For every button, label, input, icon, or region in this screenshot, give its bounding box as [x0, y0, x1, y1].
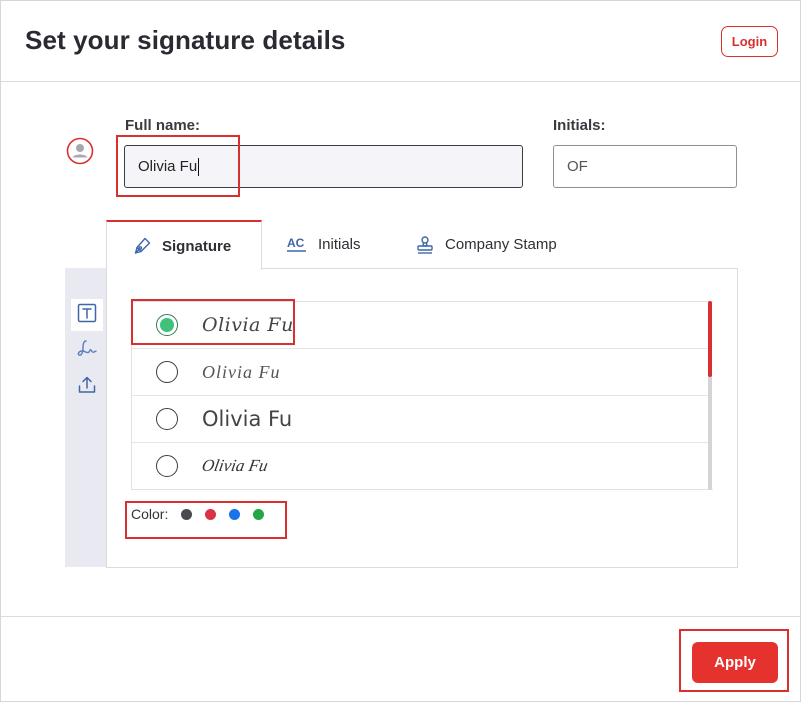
- color-dot-green[interactable]: [253, 508, 265, 520]
- apply-button[interactable]: Apply: [692, 642, 778, 683]
- signature-option-4[interactable]: Olivia Fu: [132, 443, 708, 489]
- radio-button[interactable]: [156, 361, 178, 383]
- upload-icon: [77, 375, 97, 400]
- initials-value: OF: [567, 158, 588, 175]
- tab-company-stamp-label: Company Stamp: [445, 236, 557, 253]
- color-label: Color:: [131, 506, 169, 522]
- color-dot-blue[interactable]: [229, 508, 241, 520]
- draw-signature-icon: [76, 338, 98, 365]
- signature-option-1[interactable]: Olivia Fu: [132, 302, 708, 349]
- radio-button[interactable]: [156, 408, 178, 430]
- tab-initials[interactable]: AC Initials: [286, 220, 361, 269]
- user-avatar-icon: [66, 137, 94, 165]
- upload-signature-button[interactable]: [71, 371, 103, 403]
- text-type-icon: [77, 303, 97, 328]
- tab-company-stamp[interactable]: Company Stamp: [415, 220, 557, 269]
- draw-signature-button[interactable]: [71, 335, 103, 367]
- list-scrollbar-thumb[interactable]: [708, 301, 712, 377]
- color-picker: Color:: [131, 506, 265, 522]
- signature-dialog: Set your signature details Login Full na…: [0, 0, 801, 702]
- dialog-title: Set your signature details: [25, 25, 346, 55]
- type-signature-button[interactable]: [71, 299, 103, 331]
- full-name-input[interactable]: Olivia Fu: [124, 145, 523, 188]
- initials-label: Initials:: [553, 117, 606, 134]
- signature-preview: Olivia Fu: [200, 456, 270, 475]
- signature-type-tabs: Signature AC Initials Company Stamp: [106, 220, 738, 270]
- radio-selected[interactable]: [156, 314, 178, 336]
- tab-initials-label: Initials: [318, 236, 361, 253]
- login-button[interactable]: Login: [721, 26, 778, 57]
- signature-option-2[interactable]: Olivia Fu: [132, 349, 708, 396]
- dialog-header: Set your signature details Login: [1, 1, 800, 82]
- signature-preview: Olivia Fu: [202, 361, 281, 382]
- full-name-value: Olivia Fu: [138, 158, 198, 175]
- tab-signature[interactable]: Signature: [106, 220, 262, 270]
- signature-options-list: Olivia Fu Olivia Fu Olivia Fu Olivia Fu: [131, 301, 713, 490]
- full-name-label: Full name:: [125, 117, 201, 134]
- footer-divider: [1, 616, 800, 617]
- radio-button[interactable]: [156, 455, 178, 477]
- signature-option-3[interactable]: Olivia Fu: [132, 396, 708, 443]
- stamp-icon: [415, 235, 435, 255]
- tab-signature-label: Signature: [162, 237, 232, 255]
- color-dot-red[interactable]: [205, 508, 217, 520]
- signature-preview: Olivia Fu: [202, 407, 293, 431]
- initials-input[interactable]: OF: [553, 145, 737, 188]
- pen-icon: [132, 236, 152, 256]
- ac-icon: AC: [286, 235, 308, 255]
- color-dot-dark-gray[interactable]: [181, 508, 193, 520]
- svg-text:AC: AC: [287, 236, 305, 250]
- signature-preview: Olivia Fu: [202, 314, 294, 336]
- text-caret: [198, 157, 200, 176]
